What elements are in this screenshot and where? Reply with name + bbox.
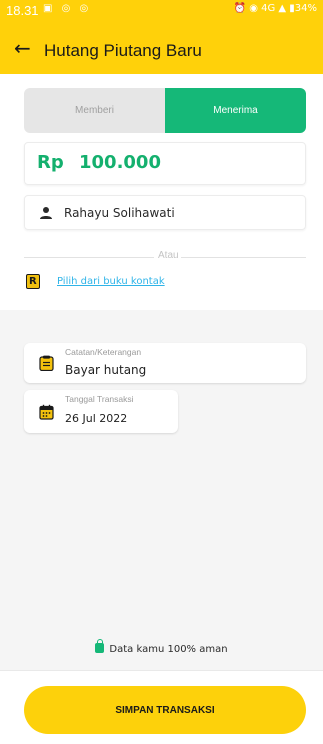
transaction-type-toggle: Memberi Menerima [24, 88, 306, 133]
tab-menerima[interactable]: Menerima [165, 88, 306, 133]
calendar-icon [39, 404, 54, 420]
note-value: Bayar hutang [65, 363, 147, 377]
contact-name-field[interactable]: Rahayu Solihawati [24, 195, 306, 230]
pick-contact-link[interactable]: Pilih dari buku kontak [57, 276, 165, 287]
status-bar: 18.31 ▣ ◎ ◎ ⏰ ◉ 4G ▲ ▮34% [0, 0, 323, 34]
status-time: 18.31 [6, 3, 39, 18]
currency-label: Rp [37, 152, 64, 173]
security-text: Data kamu 100% aman [109, 644, 228, 655]
lock-icon [95, 639, 105, 653]
pick-contact-row[interactable]: R Pilih dari buku kontak [26, 272, 165, 290]
separator-label: Atau [156, 250, 181, 261]
date-label: Tanggal Transaksi [65, 394, 134, 404]
note-label: Catatan/Keterangan [65, 347, 142, 357]
notification-icons: ▣ ◎ ◎ [43, 3, 92, 14]
divider-left [24, 257, 154, 258]
security-note: Data kamu 100% aman [0, 639, 323, 655]
arrow-left-icon[interactable]: ← [14, 36, 31, 60]
amount-field[interactable]: Rp 100.000 [24, 142, 306, 185]
date-value: 26 Jul 2022 [65, 412, 128, 425]
page-title: Hutang Piutang Baru [44, 41, 202, 60]
transaction-date-field[interactable]: Tanggal Transaksi 26 Jul 2022 [24, 390, 178, 433]
divider-right [181, 257, 306, 258]
tab-memberi[interactable]: Memberi [24, 88, 165, 133]
system-icons: ⏰ ◉ 4G ▲ ▮34% [233, 3, 317, 14]
note-field[interactable]: Catatan/Keterangan Bayar hutang [24, 343, 306, 383]
person-icon [40, 207, 52, 219]
notepad-icon [39, 355, 54, 371]
save-transaction-button[interactable]: SIMPAN TRANSAKSI [24, 686, 306, 734]
contact-name-value: Rahayu Solihawati [64, 206, 175, 220]
app-bar: ← Hutang Piutang Baru [0, 34, 323, 74]
amount-value: 100.000 [79, 152, 161, 173]
contact-book-icon: R [26, 273, 40, 289]
